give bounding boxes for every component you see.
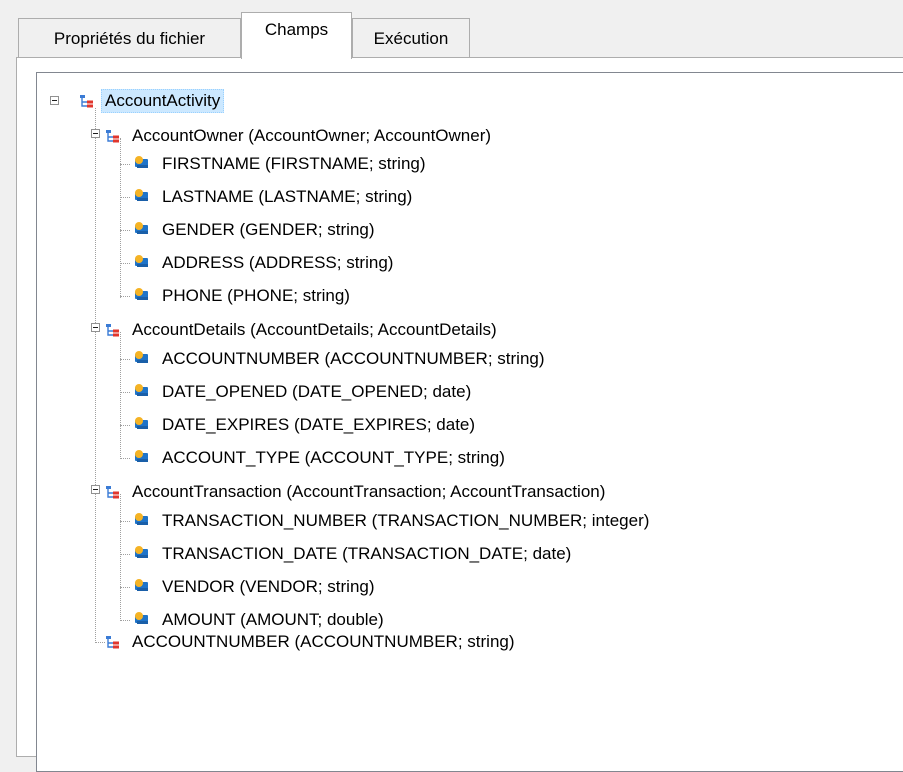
tree-field-transaction-date[interactable]: TRANSACTION_DATE (TRANSACTION_DATE; date…	[134, 541, 573, 567]
tree-field-lastname[interactable]: LASTNAME (LASTNAME; string)	[134, 184, 414, 210]
tree-field-date-expires[interactable]: DATE_EXPIRES (DATE_EXPIRES; date)	[134, 412, 477, 438]
tree-node-label: AccountActivity	[101, 89, 225, 113]
structure-icon	[104, 321, 122, 339]
tree-field-address[interactable]: ADDRESS (ADDRESS; string)	[134, 250, 395, 276]
tree-node-label: TRANSACTION_NUMBER (TRANSACTION_NUMBER; …	[162, 511, 650, 530]
tree-node-label: LASTNAME (LASTNAME; string)	[162, 187, 413, 206]
field-key-icon	[134, 578, 152, 596]
tree-node-label: ACCOUNTNUMBER (ACCOUNTNUMBER; string)	[132, 632, 515, 651]
tab-execution-label: Exécution	[373, 28, 449, 48]
tree-node-account-details[interactable]: AccountDetails (AccountDetails; AccountD…	[104, 317, 499, 343]
tree-node-account-transaction[interactable]: AccountTransaction (AccountTransaction; …	[104, 479, 607, 505]
tree-node-label: AccountOwner (AccountOwner; AccountOwner…	[132, 126, 492, 145]
tree-field-gender[interactable]: GENDER (GENDER; string)	[134, 217, 377, 243]
tab-fields-label: Champs	[264, 20, 329, 39]
field-key-icon	[134, 416, 152, 434]
field-key-icon	[134, 287, 152, 305]
structure-icon	[104, 633, 122, 651]
field-key-icon	[134, 254, 152, 272]
tree-field-firstname[interactable]: FIRSTNAME (FIRSTNAME; string)	[134, 151, 428, 177]
tab-file-properties[interactable]: Propriétés du fichier	[18, 18, 241, 58]
tree-node-label: VENDOR (VENDOR; string)	[162, 577, 375, 596]
field-key-icon	[134, 512, 152, 530]
field-key-icon	[134, 383, 152, 401]
tree-field-accountnumber[interactable]: ACCOUNTNUMBER (ACCOUNTNUMBER; string)	[134, 346, 547, 372]
field-key-icon	[134, 221, 152, 239]
tree-field-phone[interactable]: PHONE (PHONE; string)	[134, 283, 352, 309]
tree-node-label: GENDER (GENDER; string)	[162, 220, 375, 239]
tree-node-label: TRANSACTION_DATE (TRANSACTION_DATE; date…	[162, 544, 572, 563]
tree-node-label: AccountTransaction (AccountTransaction; …	[132, 482, 606, 501]
field-key-icon	[134, 545, 152, 563]
tab-file-properties-label: Propriétés du fichier	[53, 28, 206, 48]
tab-execution[interactable]: Exécution	[352, 18, 470, 58]
tree-node-label: AMOUNT (AMOUNT; double)	[162, 610, 384, 629]
tree-node-label: PHONE (PHONE; string)	[162, 286, 350, 305]
tree-field-vendor[interactable]: VENDOR (VENDOR; string)	[134, 574, 377, 600]
tree-node-account-activity[interactable]: AccountActivity	[78, 88, 225, 114]
structure-icon	[104, 127, 122, 145]
field-key-icon	[134, 155, 152, 173]
tree-node-label: ACCOUNT_TYPE (ACCOUNT_TYPE; string)	[162, 448, 505, 467]
tree-node-label: DATE_EXPIRES (DATE_EXPIRES; date)	[162, 415, 476, 434]
field-key-icon	[134, 611, 152, 629]
field-key-icon	[134, 188, 152, 206]
tree-node-label: ACCOUNTNUMBER (ACCOUNTNUMBER; string)	[162, 349, 545, 368]
tree-field-transaction-number[interactable]: TRANSACTION_NUMBER (TRANSACTION_NUMBER; …	[134, 508, 651, 534]
field-key-icon	[134, 350, 152, 368]
tab-fields[interactable]: Champs	[241, 12, 352, 59]
tree-field-account-type[interactable]: ACCOUNT_TYPE (ACCOUNT_TYPE; string)	[134, 445, 507, 471]
field-key-icon	[134, 449, 152, 467]
tree-field-date-opened[interactable]: DATE_OPENED (DATE_OPENED; date)	[134, 379, 473, 405]
structure-icon	[104, 483, 122, 501]
tree-node-label: FIRSTNAME (FIRSTNAME; string)	[162, 154, 426, 173]
tree-node-accountnumber[interactable]: ACCOUNTNUMBER (ACCOUNTNUMBER; string)	[104, 629, 517, 655]
structure-icon	[78, 92, 96, 110]
tree-node-label: DATE_OPENED (DATE_OPENED; date)	[162, 382, 472, 401]
tree-node-account-owner[interactable]: AccountOwner (AccountOwner; AccountOwner…	[104, 123, 493, 149]
tree-node-label: ADDRESS (ADDRESS; string)	[162, 253, 394, 272]
tree-node-label: AccountDetails (AccountDetails; AccountD…	[132, 320, 497, 339]
